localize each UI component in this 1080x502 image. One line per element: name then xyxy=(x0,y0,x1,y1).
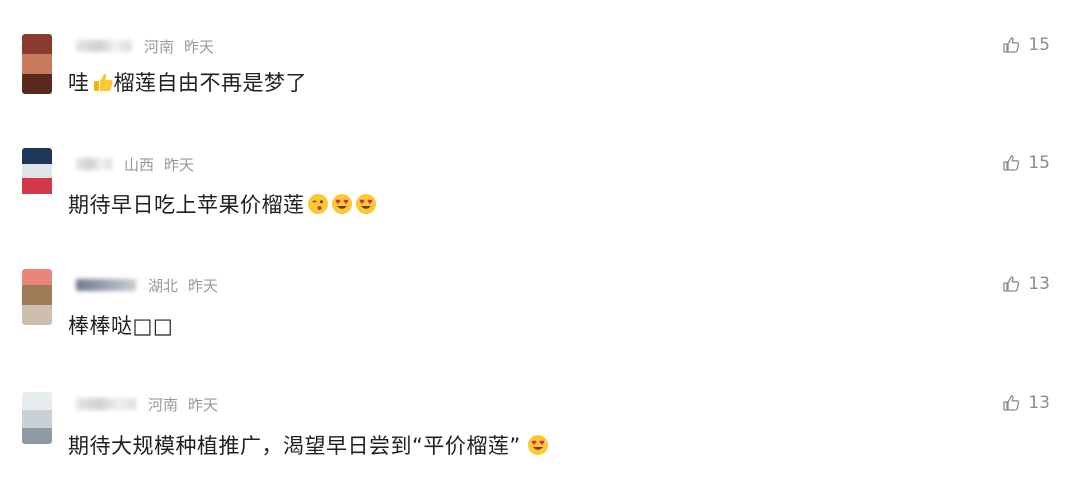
like-count: 15 xyxy=(1028,35,1050,55)
avatar-block xyxy=(22,269,52,285)
like-count: 13 xyxy=(1028,274,1050,294)
thumbs-up-icon xyxy=(1003,37,1020,53)
comment-text-part: 哇 xyxy=(68,71,90,95)
comment-meta: 河南 昨天 xyxy=(76,34,214,58)
avatar[interactable] xyxy=(22,148,52,198)
like-button[interactable]: 15 xyxy=(1002,35,1050,55)
winking-face-emoji-icon xyxy=(307,193,329,220)
heart-eyes-face-emoji-icon xyxy=(527,434,549,461)
avatar-block xyxy=(22,178,52,194)
avatar-block xyxy=(22,54,52,74)
comment-text-part: 棒棒哒□□ xyxy=(68,314,174,338)
thumbs-up-icon xyxy=(1003,276,1020,292)
heart-eyes-face-emoji-icon xyxy=(331,193,353,220)
like-button[interactable]: 15 xyxy=(1002,153,1050,173)
timestamp: 昨天 xyxy=(188,276,219,295)
comment-text-part: 期待早日吃上苹果价榴莲 xyxy=(68,193,305,217)
comment-meta: 河南 昨天 xyxy=(76,392,218,416)
username-blurred[interactable] xyxy=(76,158,112,170)
comment-text: 期待大规模种植推广，渴望早日尝到“平价榴莲” xyxy=(68,430,549,461)
location: 山西 xyxy=(124,155,155,174)
avatar-block xyxy=(22,164,52,178)
avatar-block xyxy=(22,428,52,444)
comment-text: 哇榴莲自由不再是梦了 xyxy=(68,67,307,98)
like-count: 15 xyxy=(1028,153,1050,173)
timestamp: 昨天 xyxy=(188,395,219,414)
like-button[interactable]: 13 xyxy=(1002,393,1050,413)
avatar[interactable] xyxy=(22,269,52,325)
timestamp: 昨天 xyxy=(164,155,195,174)
thumbs-up-emoji-icon xyxy=(92,71,114,98)
comment-meta: 山西 昨天 xyxy=(76,152,194,176)
comment-text-part: 榴莲自由不再是梦了 xyxy=(113,71,307,95)
location: 河南 xyxy=(148,395,179,414)
avatar[interactable] xyxy=(22,34,52,94)
avatar-block xyxy=(22,410,52,428)
comment-item: 河南 昨天 哇榴莲自由不再是梦了 15 xyxy=(0,34,1080,144)
avatar[interactable] xyxy=(22,392,52,444)
comment-item: 山西 昨天 期待早日吃上苹果价榴莲 15 xyxy=(0,148,1080,262)
avatar-block xyxy=(22,34,52,54)
like-count: 13 xyxy=(1028,393,1050,413)
location: 湖北 xyxy=(148,276,179,295)
timestamp: 昨天 xyxy=(184,37,215,56)
avatar-block xyxy=(22,285,52,305)
comment-item: 湖北 昨天 棒棒哒□□ 13 xyxy=(0,269,1080,383)
avatar-block xyxy=(22,74,52,94)
username-blurred[interactable] xyxy=(76,398,136,410)
location: 河南 xyxy=(144,37,175,56)
comment-text: 期待早日吃上苹果价榴莲 xyxy=(68,189,377,220)
comment-meta: 湖北 昨天 xyxy=(76,273,218,297)
thumbs-up-icon xyxy=(1003,395,1020,411)
comment-item: 河南 昨天 期待大规模种植推广，渴望早日尝到“平价榴莲” 13 xyxy=(0,392,1080,502)
like-button[interactable]: 13 xyxy=(1002,274,1050,294)
comment-text-part: 期待大规模种植推广，渴望早日尝到“平价榴莲” xyxy=(68,434,521,458)
heart-eyes-face-emoji-icon xyxy=(355,193,377,220)
username-blurred[interactable] xyxy=(76,279,136,291)
thumbs-up-icon xyxy=(1003,155,1020,171)
avatar-block xyxy=(22,148,52,164)
avatar-block xyxy=(22,305,52,325)
avatar-block xyxy=(22,392,52,410)
comment-text: 棒棒哒□□ xyxy=(68,310,173,340)
username-blurred[interactable] xyxy=(76,40,132,52)
